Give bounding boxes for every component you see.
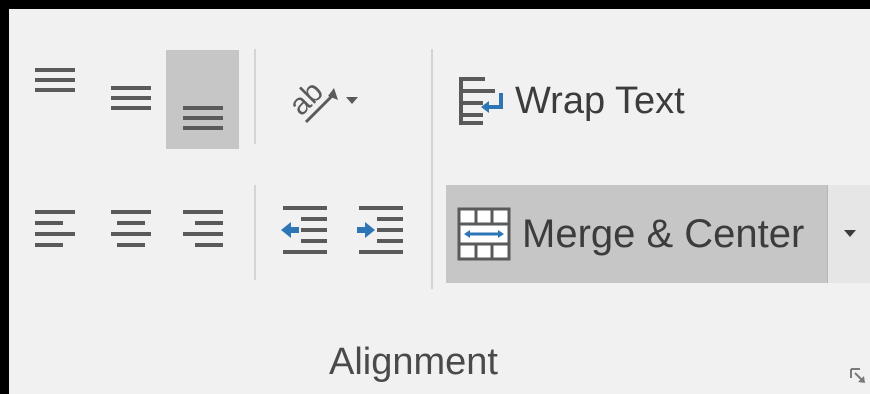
orientation-button[interactable]: ab [271,53,371,143]
merge-cells-icon [456,206,512,262]
align-center-icon [107,204,155,254]
align-right-button[interactable] [171,199,235,259]
decrease-indent-icon [277,202,331,256]
bottom-align-icon [179,98,227,142]
align-left-icon [31,204,79,254]
group-label: Alignment [329,341,498,383]
separator [431,49,433,289]
chevron-down-icon [346,97,358,105]
middle-align-icon [107,78,155,122]
wrap-text-button[interactable]: Wrap Text [449,55,709,147]
merge-center-label: Merge & Center [522,211,805,256]
middle-align-button[interactable] [99,71,163,129]
bottom-align-button[interactable] [166,50,239,149]
top-align-icon [31,62,79,106]
center-button[interactable] [99,199,163,259]
decrease-indent-button[interactable] [271,197,337,261]
dialog-launcher-button[interactable] [845,363,870,389]
alignment-group: ab Wrap Text Merge & Center Alignment [0,0,870,394]
increase-indent-icon [353,202,407,256]
wrap-text-label: Wrap Text [515,79,685,122]
merge-center-dropdown[interactable] [827,185,870,283]
dialog-launcher-icon [849,367,867,385]
align-left-button[interactable] [23,199,87,259]
separator [254,49,256,144]
align-right-icon [179,204,227,254]
separator [254,185,256,280]
merge-center-button[interactable]: Merge & Center [446,185,826,283]
merge-center-split-button: Merge & Center [446,185,870,283]
text-orientation-icon: ab [283,70,340,126]
chevron-down-icon [843,230,856,238]
svg-text:ab: ab [283,75,330,122]
top-align-button[interactable] [23,55,87,113]
wrap-text-icon [455,71,511,131]
increase-indent-button[interactable] [347,197,413,261]
